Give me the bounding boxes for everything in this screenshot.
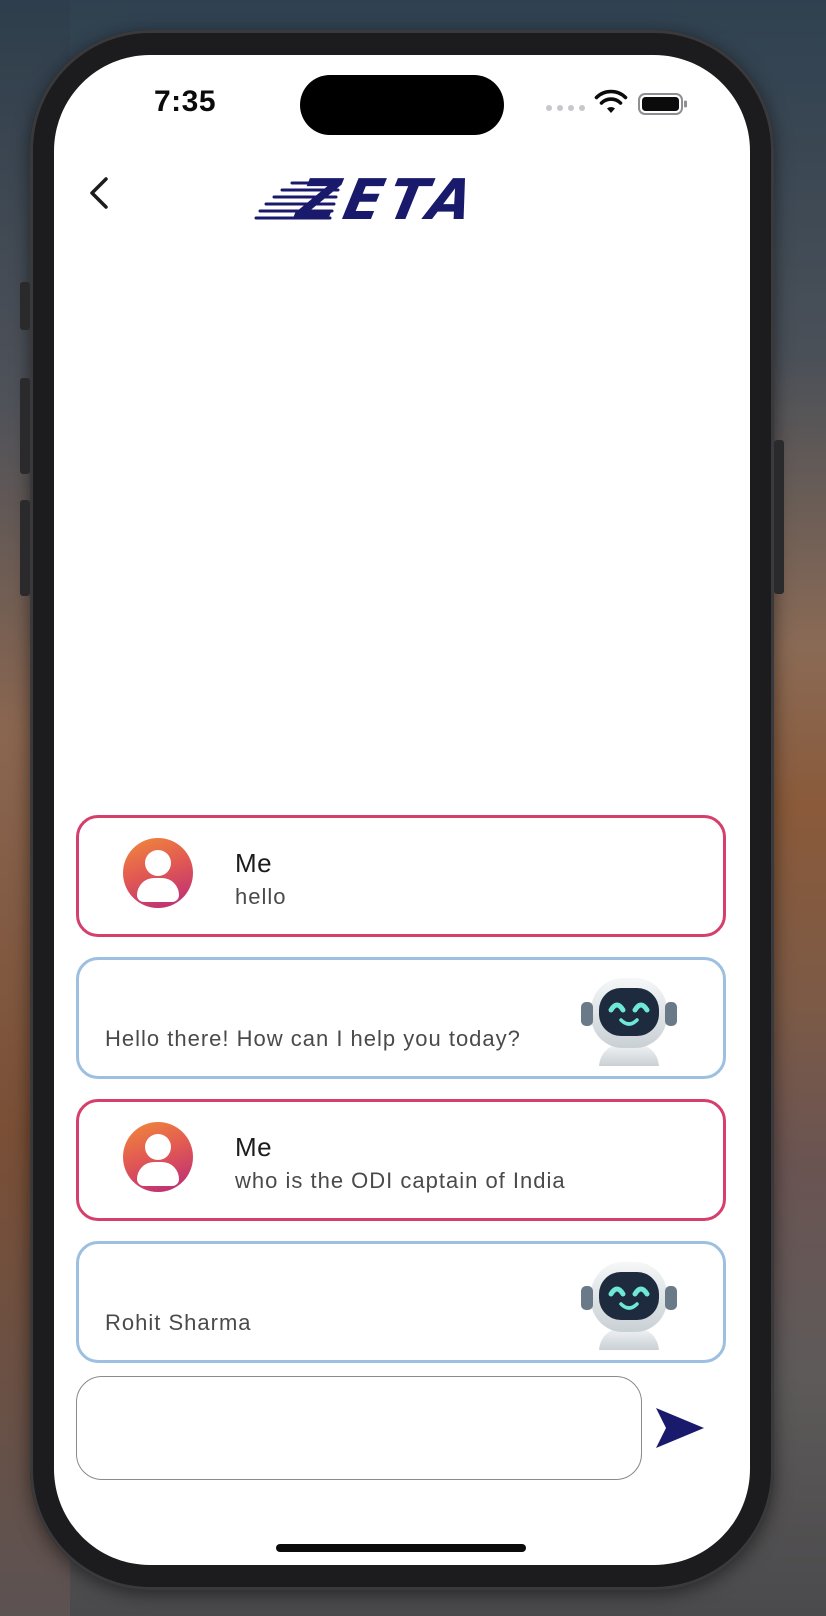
- user-message: Me who is the ODI captain of India: [76, 1099, 726, 1221]
- wifi-icon: [594, 89, 628, 113]
- message-text: Rohit Sharma: [105, 1310, 252, 1335]
- user-message: Me hello: [76, 815, 726, 937]
- volume-up-button: [20, 378, 30, 474]
- action-button: [20, 282, 30, 330]
- message-text: Hello there! How can I help you today?: [105, 1026, 521, 1051]
- message-text: who is the ODI captain of India: [235, 1168, 566, 1193]
- send-icon[interactable]: [654, 1405, 706, 1451]
- robot-avatar-icon: [581, 978, 677, 1066]
- dynamic-island: [300, 75, 504, 135]
- user-avatar-icon: [123, 838, 193, 908]
- message-text: hello: [235, 884, 287, 909]
- status-time: 7:35: [154, 85, 217, 118]
- logo-wordmark: ZETA: [291, 168, 486, 233]
- bot-message: Rohit Sharma: [76, 1241, 726, 1363]
- bot-message: Hello there! How can I help you today?: [76, 957, 726, 1079]
- robot-avatar-icon: [581, 1262, 677, 1350]
- chevron-left-icon[interactable]: [80, 173, 120, 213]
- volume-down-button: [20, 500, 30, 596]
- message-sender: Me: [235, 1132, 273, 1162]
- home-indicator: [276, 1544, 526, 1552]
- battery-icon: [638, 93, 687, 115]
- power-button: [774, 440, 784, 594]
- app-screen: 7:35 ZETA Me hello Hello there! How can …: [54, 55, 750, 1565]
- zeta-logo: ZETA: [254, 168, 494, 233]
- user-avatar-icon: [123, 1122, 193, 1192]
- message-input-box[interactable]: [76, 1376, 642, 1480]
- cellular-signal-icon: [546, 105, 585, 111]
- chat-list: Me hello Hello there! How can I help you…: [76, 815, 728, 1383]
- message-input[interactable]: [77, 1377, 641, 1479]
- message-sender: Me: [235, 848, 273, 878]
